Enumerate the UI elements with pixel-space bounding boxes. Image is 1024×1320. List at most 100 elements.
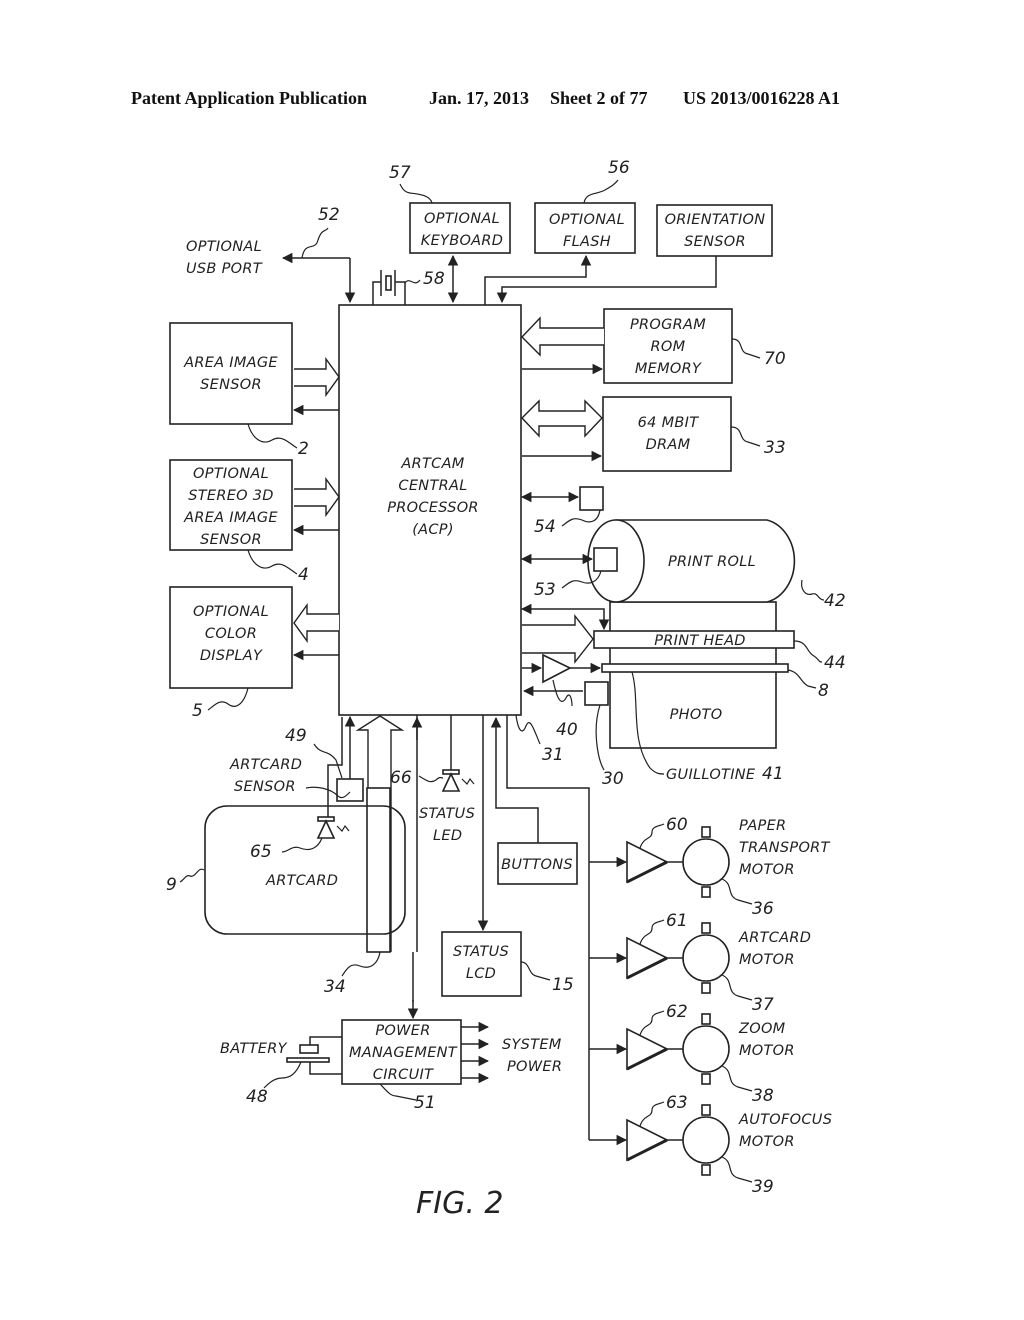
motor-brush-bottom <box>701 1164 711 1176</box>
area-image-sensor: AREA IMAGE SENSOR 2 <box>169 322 340 459</box>
rom-label-2: ROM <box>651 339 686 355</box>
keyboard-label-1: OPTIONAL <box>424 211 500 227</box>
stereo-3d-sensor: OPTIONAL STEREO 3D AREA IMAGE SENSOR 4 <box>169 459 340 585</box>
ref-53: 53 <box>534 580 556 600</box>
ref-33: 33 <box>764 438 786 458</box>
figure-caption: FIG. 2 <box>416 1186 504 1221</box>
motor-label-line: PAPER <box>739 818 786 834</box>
motor-label-line: ZOOM <box>738 1021 786 1037</box>
print-head-label: PRINT HEAD <box>654 633 746 649</box>
motor-leader <box>721 878 753 905</box>
motor-brush-top <box>701 1013 711 1025</box>
area-sensor-label-2: SENSOR <box>200 377 262 393</box>
power-label-1: POWER <box>375 1023 430 1039</box>
ref-65: 65 <box>250 842 272 862</box>
usb-port: OPTIONAL USB PORT 52 <box>186 205 356 304</box>
crystal-oscillator: 58 <box>372 269 445 305</box>
motor-brush-top <box>701 922 711 934</box>
motor-leader <box>721 1065 753 1092</box>
usb-label-1: OPTIONAL <box>186 239 262 255</box>
ref-40: 40 <box>556 720 578 740</box>
ref-44: 44 <box>824 653 846 673</box>
print-roll-label: PRINT ROLL <box>668 554 756 570</box>
motor-unit: 63 39 AUTOFOCUS MOTOR <box>589 1093 832 1197</box>
ref-9: 9 <box>166 875 177 895</box>
power-label-2: MANAGEMENT <box>349 1045 458 1061</box>
motor-label-line: AUTOFOCUS <box>738 1112 832 1128</box>
acp-label-3: PROCESSOR <box>387 500 479 516</box>
driver-amplifier-icon <box>626 1027 669 1071</box>
motor-icon <box>682 1116 730 1164</box>
buttons: BUTTONS <box>490 716 578 885</box>
display-label-1: OPTIONAL <box>193 604 269 620</box>
motor-icon <box>682 838 730 886</box>
motor-icon <box>682 934 730 982</box>
driver-leader <box>639 1010 665 1036</box>
stereo-label-3: AREA IMAGE <box>183 510 278 526</box>
power-label-3: CIRCUIT <box>373 1067 434 1083</box>
driver-leader <box>639 823 665 849</box>
ref-49: 49 <box>285 726 307 746</box>
rom-label-1: PROGRAM <box>630 317 706 333</box>
optional-color-display: OPTIONAL COLOR DISPLAY 5 <box>169 586 339 721</box>
motor-label-line: MOTOR <box>739 1043 795 1059</box>
driver-leader <box>639 919 665 945</box>
ref-31: 31 <box>542 745 564 765</box>
motor-brush-top <box>701 1104 711 1116</box>
ref-34: 34 <box>324 977 346 997</box>
artcard: ARTCARD 9 <box>166 805 406 935</box>
acp-label-2: CENTRAL <box>398 478 467 494</box>
battery-label: BATTERY <box>220 1041 288 1057</box>
driver-leader <box>639 1101 665 1127</box>
lcd-label-2: LCD <box>466 966 496 982</box>
guillotine-label: GUILLOTINE <box>666 767 756 783</box>
usb-label-2: USB PORT <box>186 261 263 277</box>
acp-label-1: ARTCAM <box>400 456 464 472</box>
ref-42: 42 <box>824 591 846 611</box>
driver-ref: 62 <box>666 1002 688 1022</box>
motors-group: 6036PAPERTRANSPORTMOTOR6137ARTCARDMOTOR6… <box>589 815 832 1197</box>
motor-brush-top <box>701 826 711 838</box>
system-power-label-2: POWER <box>507 1059 562 1075</box>
motor-leader <box>721 974 753 1001</box>
motor-ref: 36 <box>752 899 774 919</box>
ref-8: 8 <box>818 681 829 701</box>
ref-56: 56 <box>608 158 630 178</box>
status-led-label-1: STATUS <box>419 806 475 822</box>
block-diagram: ARTCAM CENTRAL PROCESSOR (ACP) OPTIONAL … <box>166 158 846 1221</box>
dram-64mbit: 64 MBIT DRAM 33 <box>521 396 786 472</box>
ref-51: 51 <box>414 1093 436 1113</box>
artcard-sensor-label-2: SENSOR <box>234 779 296 795</box>
stereo-label-2: STEREO 3D <box>188 488 274 504</box>
motor-label-line: MOTOR <box>739 1134 795 1150</box>
dram-label-2: DRAM <box>646 437 691 453</box>
artcard-sensor: ARTCARD SENSOR 49 <box>229 715 364 818</box>
flash-label-2: FLASH <box>563 234 611 250</box>
photo-label: PHOTO <box>670 707 723 723</box>
ref-57: 57 <box>389 163 411 183</box>
motor-label-line: TRANSPORT <box>739 840 831 856</box>
motor-brush-bottom <box>701 1073 711 1085</box>
ref-2: 2 <box>298 439 309 459</box>
system-power-label-1: SYSTEM <box>502 1037 562 1053</box>
artcard-sensor-label-1: ARTCARD <box>229 757 302 773</box>
driver-amplifier-icon <box>626 936 669 980</box>
ref-70: 70 <box>764 349 786 369</box>
driver-ref: 63 <box>666 1093 688 1113</box>
driver-amplifier-icon <box>626 1118 669 1162</box>
motor-leader <box>721 1156 753 1183</box>
motor-brush-bottom <box>701 886 711 898</box>
motor-label-line: MOTOR <box>739 862 795 878</box>
ref-4: 4 <box>298 565 309 585</box>
buttons-label: BUTTONS <box>501 857 573 873</box>
ref-15: 15 <box>552 975 574 995</box>
motor-label-line: MOTOR <box>739 952 795 968</box>
stereo-label-1: OPTIONAL <box>193 466 269 482</box>
display-label-3: DISPLAY <box>200 648 263 664</box>
display-label-2: COLOR <box>205 626 257 642</box>
motor-unit: 60 36 PAPER TRANSPORT MOTOR <box>589 815 831 919</box>
driver-amplifier-icon <box>626 840 669 884</box>
ref-41: 41 <box>762 764 784 784</box>
orientation-label-1: ORIENTATION <box>665 212 766 228</box>
dram-label-1: 64 MBIT <box>638 415 700 431</box>
